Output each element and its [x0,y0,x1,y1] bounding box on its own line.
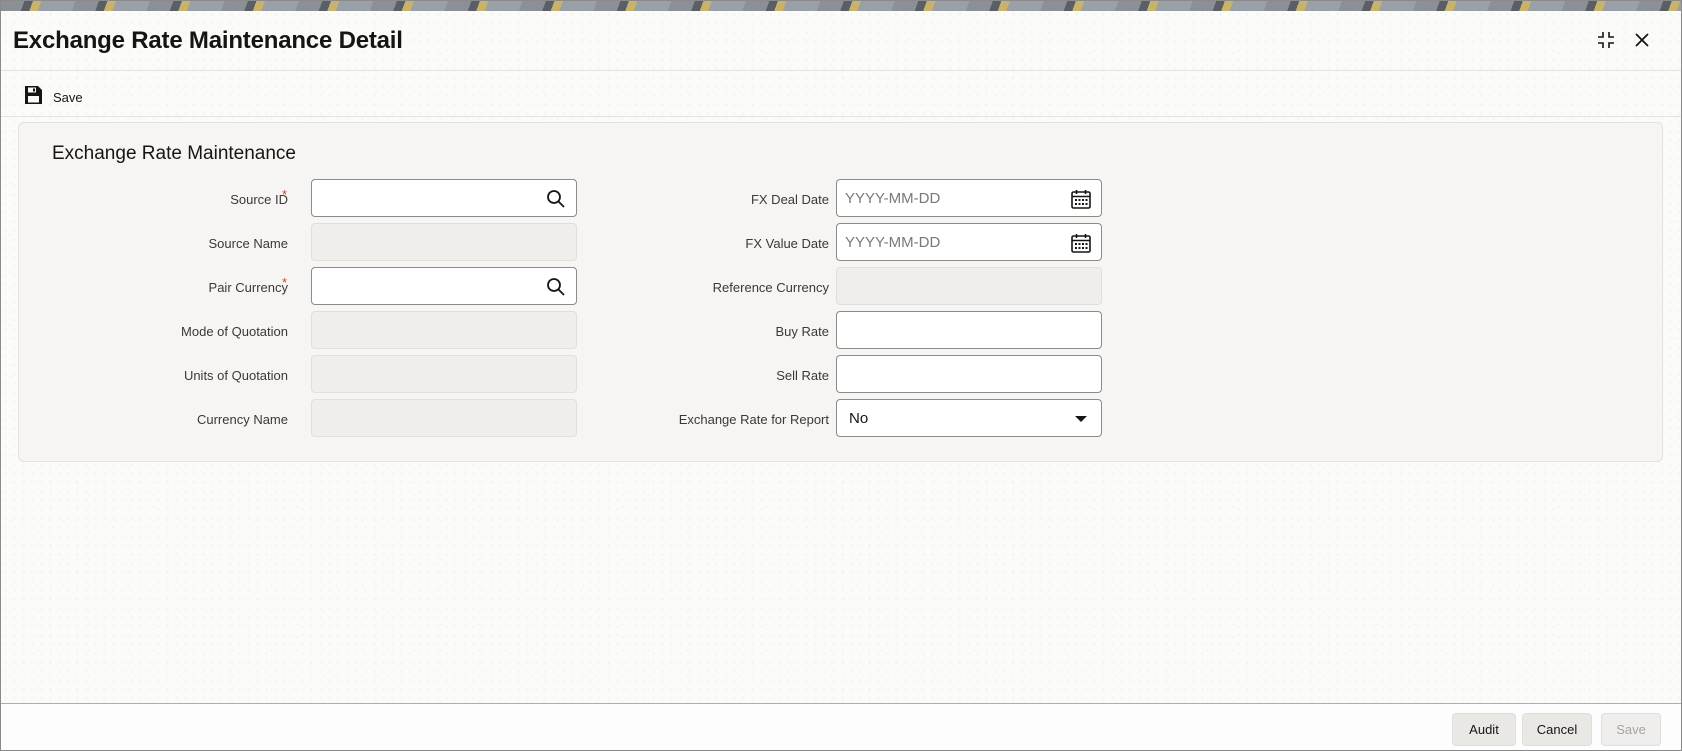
calendar-icon[interactable] [1069,231,1093,255]
toolbar: Save [1,73,1681,117]
buy-rate-input[interactable] [836,311,1102,349]
pair-currency-label: Pair Currency [208,280,288,295]
source-id-required: * [282,187,288,202]
exchange-rate-window: Exchange Rate Maintenance Detail Save Ex… [0,0,1682,751]
exchange-rate-panel: Exchange Rate Maintenance Source ID * So… [18,122,1663,462]
footer: Audit Cancel Save [1,703,1681,750]
units-of-quotation-label: Units of Quotation [183,368,288,383]
chevron-down-icon[interactable] [1069,407,1093,431]
sell-rate-label: Sell Rate [776,368,829,383]
source-name-label: Source Name [208,236,288,251]
fx-value-date-placeholder: YYYY-MM-DD [845,234,941,251]
cancel-button[interactable]: Cancel [1522,713,1592,746]
fx-deal-date-input[interactable]: YYYY-MM-DD [836,179,1102,217]
mode-of-quotation-field [311,311,577,349]
window-controls [1595,29,1653,51]
search-icon[interactable] [544,275,568,299]
exchange-rate-for-report-select[interactable]: No [836,399,1102,437]
save-label: Save [53,90,83,105]
source-name-field [311,223,577,261]
decorative-banner [1,1,1681,11]
page-title: Exchange Rate Maintenance Detail [13,27,403,54]
calendar-icon[interactable] [1069,187,1093,211]
footer-save-button[interactable]: Save [1601,713,1661,746]
source-id-input[interactable] [311,179,577,217]
fx-deal-date-label: FX Deal Date [750,192,829,207]
units-of-quotation-field [311,355,577,393]
buy-rate-label: Buy Rate [775,324,829,339]
fx-deal-date-placeholder: YYYY-MM-DD [845,190,941,207]
search-icon[interactable] [544,187,568,211]
pair-currency-required: * [282,275,288,290]
mode-of-quotation-label: Mode of Quotation [181,324,288,339]
audit-button[interactable]: Audit [1452,713,1516,746]
source-id-label: Source ID [230,192,288,207]
sell-rate-input[interactable] [836,355,1102,393]
currency-name-label: Currency Name [196,412,288,427]
exchange-rate-for-report-label: Exchange Rate for Report [678,412,829,427]
save-icon [23,85,43,110]
fx-value-date-input[interactable]: YYYY-MM-DD [836,223,1102,261]
close-icon[interactable] [1631,29,1653,51]
pair-currency-input[interactable] [311,267,577,305]
currency-name-field [311,399,577,437]
save-button[interactable]: Save [23,85,83,110]
exchange-rate-for-report-value: No [849,410,869,427]
section-title: Exchange Rate Maintenance [52,143,296,164]
fx-value-date-label: FX Value Date [745,236,829,251]
reference-currency-field [836,267,1102,305]
title-bar: Exchange Rate Maintenance Detail [1,11,1681,71]
maximize-icon[interactable] [1595,29,1617,51]
reference-currency-label: Reference Currency [712,280,829,295]
